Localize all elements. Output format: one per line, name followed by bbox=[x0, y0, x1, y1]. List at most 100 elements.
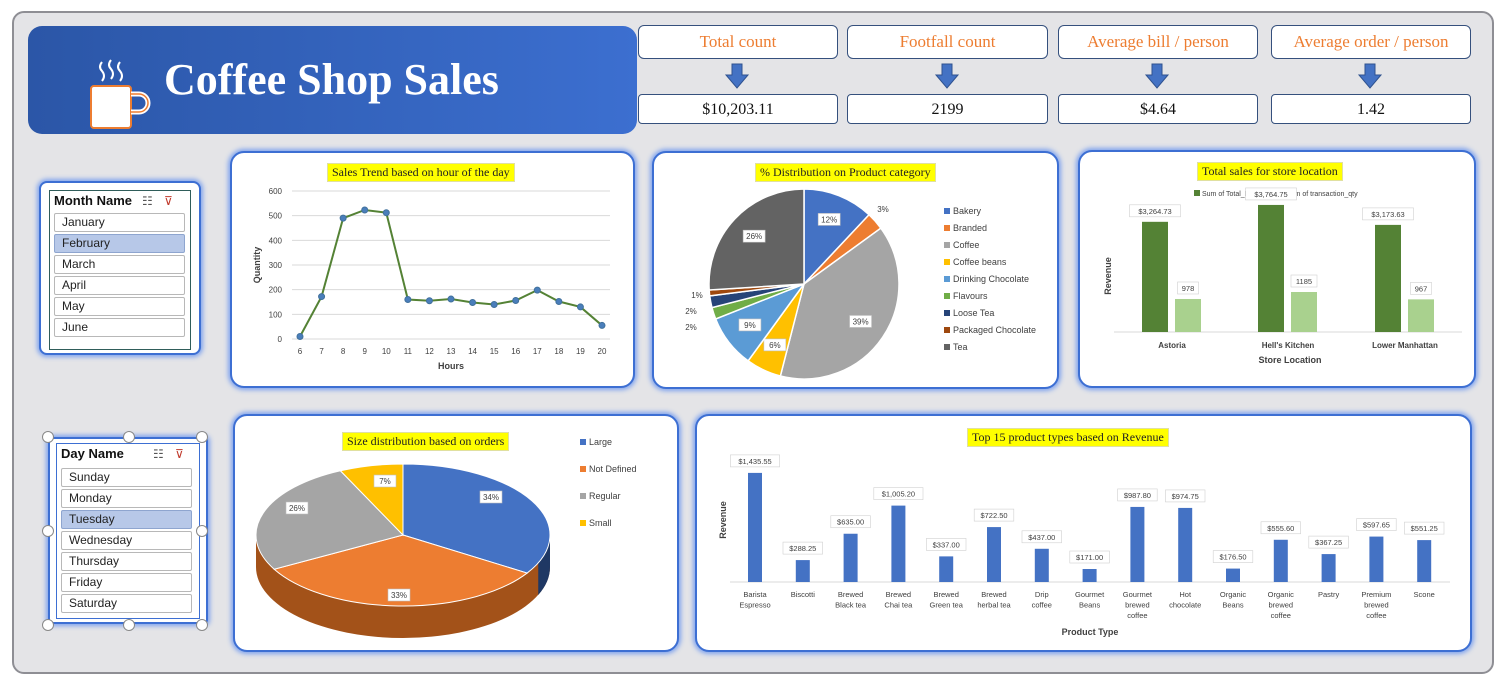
month-slicer-item-may[interactable]: May bbox=[54, 297, 185, 316]
month-slicer-item-april[interactable]: April bbox=[54, 276, 185, 295]
size-pie-chart[interactable]: Size distribution based on orders 34% 33%… bbox=[233, 414, 679, 652]
x-tick-label: Organic Beans bbox=[1220, 590, 1247, 610]
day-slicer-item-monday[interactable]: Monday bbox=[61, 489, 192, 508]
x-tick-label: Astoria bbox=[1158, 341, 1186, 350]
month-slicer-item-february[interactable]: February bbox=[54, 234, 185, 253]
arrow-down-icon bbox=[1144, 63, 1170, 89]
y-axis-title: Revenue bbox=[1103, 257, 1113, 295]
x-tick-label: 20 bbox=[598, 347, 607, 356]
data-point bbox=[447, 295, 455, 303]
dashboard-frame: Coffee Shop Sales Total count $10,203.11 F… bbox=[12, 11, 1494, 674]
arrow-down-icon bbox=[934, 63, 959, 89]
x-tick-label: 10 bbox=[382, 347, 391, 356]
data-point bbox=[512, 297, 520, 305]
day-slicer-item-wednesday[interactable]: Wednesday bbox=[61, 531, 192, 550]
legend-swatch bbox=[944, 225, 950, 231]
x-tick-label: 13 bbox=[447, 347, 456, 356]
arrow-down-icon bbox=[1357, 63, 1383, 89]
data-label: $3,264.73 bbox=[1138, 207, 1171, 216]
legend-entry: Not Defined bbox=[589, 464, 637, 474]
month-slicer-item-january[interactable]: January bbox=[54, 213, 185, 232]
legend-entry: Coffee beans bbox=[953, 257, 1007, 267]
day-slicer-item-sunday[interactable]: Sunday bbox=[61, 468, 192, 487]
x-tick-label: 12 bbox=[425, 347, 434, 356]
data-label: $288.25 bbox=[789, 544, 816, 553]
y-tick-label: 100 bbox=[269, 310, 283, 319]
bar bbox=[748, 472, 762, 582]
arrow-down-icon bbox=[724, 63, 750, 89]
data-point bbox=[404, 296, 412, 304]
data-label: $551.25 bbox=[1411, 524, 1438, 533]
x-tick-label: Barista Espresso bbox=[739, 590, 770, 610]
data-label: $176.50 bbox=[1219, 553, 1246, 562]
bar bbox=[1175, 298, 1201, 332]
resize-handle[interactable] bbox=[42, 431, 54, 443]
bar bbox=[1226, 568, 1240, 582]
store-sales-chart[interactable]: Total sales for store location Sum of To… bbox=[1078, 150, 1476, 388]
x-tick-label: Organic brewed coffee bbox=[1268, 590, 1295, 620]
x-tick-label: Brewed Black tea bbox=[835, 590, 867, 610]
series-line bbox=[299, 208, 603, 338]
data-label: 12% bbox=[821, 215, 837, 224]
day-slicer[interactable]: Day Name ☷ ⊽ Sunday Monday Tuesday Wednesda… bbox=[42, 431, 208, 631]
data-label: $1,435.55 bbox=[738, 457, 771, 466]
coffee-cup-icon bbox=[90, 59, 151, 129]
y-tick-label: 400 bbox=[269, 236, 283, 245]
x-tick-label: 6 bbox=[298, 347, 303, 356]
day-slicer-item-friday[interactable]: Friday bbox=[61, 573, 192, 592]
resize-handle[interactable] bbox=[196, 431, 208, 443]
bar bbox=[987, 527, 1001, 582]
dashboard-header: Coffee Shop Sales bbox=[28, 26, 637, 134]
dashboard-title: Coffee Shop Sales bbox=[164, 55, 499, 104]
data-point bbox=[555, 298, 563, 306]
bar bbox=[1408, 299, 1434, 332]
clear-filter-icon[interactable]: ⊽ bbox=[175, 447, 191, 461]
month-slicer[interactable]: Month Name ☷ ⊽ January February March April… bbox=[39, 181, 201, 355]
legend-entry: Drinking Chocolate bbox=[953, 274, 1029, 284]
month-slicer-item-march[interactable]: March bbox=[54, 255, 185, 274]
legend-swatch bbox=[944, 208, 950, 214]
y-tick-label: 200 bbox=[269, 286, 283, 295]
resize-handle[interactable] bbox=[123, 431, 135, 443]
kpi-label: Average order / person bbox=[1271, 25, 1471, 59]
clear-filter-icon[interactable]: ⊽ bbox=[164, 194, 180, 208]
bar bbox=[1417, 540, 1432, 582]
top-products-chart[interactable]: Top 15 product types based on Revenue $1… bbox=[695, 414, 1472, 652]
resize-handle[interactable] bbox=[196, 619, 208, 631]
month-slicer-item-june[interactable]: June bbox=[54, 318, 185, 337]
resize-handle[interactable] bbox=[42, 619, 54, 631]
x-axis-title: Store Location bbox=[1258, 355, 1321, 365]
legend-swatch bbox=[580, 493, 586, 499]
bar bbox=[891, 505, 906, 582]
legend-entry: Packaged Chocolate bbox=[953, 325, 1036, 335]
resize-handle[interactable] bbox=[42, 525, 54, 537]
data-label: $367.25 bbox=[1315, 538, 1342, 547]
kpi-value: $10,203.11 bbox=[638, 94, 838, 124]
month-slicer-title: Month Name bbox=[54, 193, 132, 208]
x-tick-label: 9 bbox=[362, 347, 367, 356]
day-slicer-item-thursday[interactable]: Thursday bbox=[61, 552, 192, 571]
hourly-sales-chart[interactable]: Sales Trend based on hour of the day 0 10… bbox=[230, 151, 635, 388]
resize-handle[interactable] bbox=[123, 619, 135, 631]
data-point bbox=[469, 298, 477, 306]
kpi-label: Total count bbox=[638, 25, 838, 59]
data-label: $555.60 bbox=[1267, 524, 1294, 533]
day-slicer-item-tuesday[interactable]: Tuesday bbox=[61, 510, 192, 529]
x-tick-label: 11 bbox=[404, 347, 413, 356]
data-label: 26% bbox=[289, 504, 305, 513]
legend-swatch bbox=[580, 466, 586, 472]
multi-select-icon[interactable]: ☷ bbox=[142, 194, 158, 208]
bar bbox=[1142, 221, 1168, 332]
kpi-value: 2199 bbox=[847, 94, 1048, 124]
legend-entry: Coffee bbox=[953, 240, 979, 250]
x-tick-label: Lower Manhattan bbox=[1372, 341, 1438, 350]
resize-handle[interactable] bbox=[196, 525, 208, 537]
day-slicer-item-saturday[interactable]: Saturday bbox=[61, 594, 192, 613]
multi-select-icon[interactable]: ☷ bbox=[153, 447, 169, 461]
data-label: 9% bbox=[744, 321, 756, 330]
data-point bbox=[318, 293, 326, 301]
bar bbox=[795, 560, 810, 582]
data-label: 2% bbox=[685, 307, 697, 316]
category-pie-chart[interactable]: % Distribution on Product category 12% 3%… bbox=[652, 151, 1059, 389]
bar bbox=[843, 533, 858, 582]
